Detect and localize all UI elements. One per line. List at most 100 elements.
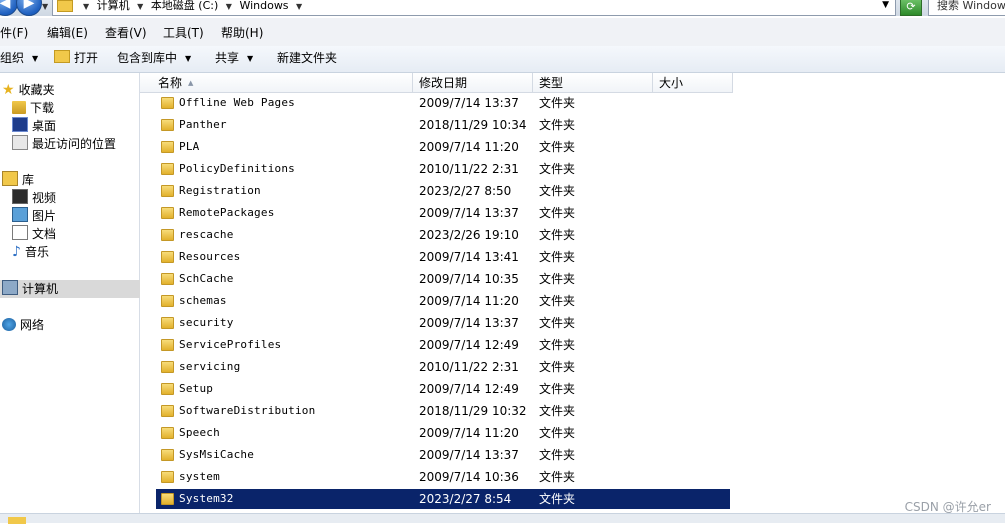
- file-name: PLA: [179, 140, 200, 153]
- column-header-date[interactable]: 修改日期: [413, 73, 533, 93]
- column-header-type[interactable]: 类型: [533, 73, 653, 93]
- forward-arrow-icon: ▶: [23, 0, 35, 11]
- file-row[interactable]: security 2009/7/14 13:37 文件夹: [156, 313, 730, 333]
- file-row[interactable]: system 2009/7/14 10:36 文件夹: [156, 467, 730, 487]
- file-row[interactable]: rescache 2023/2/26 19:10 文件夹: [156, 225, 730, 245]
- folder-icon: [161, 97, 174, 109]
- history-dropdown-icon[interactable]: ▼: [42, 0, 48, 14]
- menu-help[interactable]: 帮助(H): [221, 26, 263, 40]
- file-date: 2009/7/14 10:36: [419, 470, 519, 484]
- picture-icon: [12, 207, 28, 222]
- file-row[interactable]: SysMsiCache 2009/7/14 13:37 文件夹: [156, 445, 730, 465]
- menu-view[interactable]: 查看(V): [105, 26, 147, 40]
- include-in-library-button[interactable]: 包含到库中 ▼: [117, 50, 191, 67]
- folder-icon: [57, 0, 73, 12]
- search-input[interactable]: 搜索 Windows: [928, 0, 1005, 16]
- music-icon: ♪: [12, 244, 21, 260]
- folder-icon: [161, 449, 174, 461]
- chevron-down-icon[interactable]: ▼: [296, 2, 302, 11]
- nav-libraries[interactable]: 库: [2, 171, 34, 189]
- file-name: security: [179, 316, 234, 329]
- file-date: 2023/2/26 19:10: [419, 228, 519, 242]
- breadcrumb-drive-c[interactable]: 本地磁盘 (C:): [151, 0, 218, 12]
- menu-edit[interactable]: 编辑(E): [47, 26, 88, 40]
- file-row[interactable]: ServiceProfiles 2009/7/14 12:49 文件夹: [156, 335, 730, 355]
- refresh-button[interactable]: ⟳: [900, 0, 922, 16]
- file-date: 2009/7/14 10:35: [419, 272, 519, 286]
- file-row[interactable]: RemotePackages 2009/7/14 13:37 文件夹: [156, 203, 730, 223]
- file-row[interactable]: Speech 2009/7/14 11:20 文件夹: [156, 423, 730, 443]
- nav-label: 音乐: [24, 245, 49, 259]
- file-name: Panther: [179, 118, 227, 131]
- nav-label: 最近访问的位置: [32, 137, 117, 151]
- file-row[interactable]: SchCache 2009/7/14 10:35 文件夹: [156, 269, 730, 289]
- nav-label: 网络: [20, 318, 45, 332]
- file-name: ServiceProfiles: [179, 338, 282, 351]
- file-name: schemas: [179, 294, 227, 307]
- nav-network[interactable]: 网络: [2, 316, 44, 334]
- nav-label: 桌面: [32, 119, 57, 133]
- file-row[interactable]: Registration 2023/2/27 8:50 文件夹: [156, 181, 730, 201]
- menu-tools[interactable]: 工具(T): [163, 26, 204, 40]
- menu-bar: 件(F) 编辑(E) 查看(V) 工具(T) 帮助(H): [0, 18, 1005, 46]
- file-date: 2010/11/22 2:31: [419, 162, 519, 176]
- file-row[interactable]: System32 2023/2/27 8:54 文件夹: [156, 489, 730, 509]
- file-row[interactable]: PolicyDefinitions 2010/11/22 2:31 文件夹: [156, 159, 730, 179]
- menu-file[interactable]: 件(F): [0, 26, 28, 40]
- folder-icon: [161, 251, 174, 263]
- file-type: 文件夹: [539, 470, 576, 484]
- file-name: System32: [179, 492, 234, 505]
- chevron-down-icon: ▼: [247, 54, 254, 63]
- file-date: 2023/2/27 8:54: [419, 492, 512, 506]
- file-row[interactable]: servicing 2010/11/22 2:31 文件夹: [156, 357, 730, 377]
- file-row[interactable]: Setup 2009/7/14 12:49 文件夹: [156, 379, 730, 399]
- folder-icon: [161, 317, 174, 329]
- breadcrumb-computer[interactable]: 计算机: [97, 0, 130, 12]
- folder-icon: [161, 229, 174, 241]
- nav-pictures[interactable]: 图片: [12, 207, 56, 225]
- nav-music[interactable]: ♪ 音乐: [12, 243, 49, 261]
- file-type: 文件夹: [539, 118, 576, 132]
- file-row[interactable]: SoftwareDistribution 2018/11/29 10:32 文件夹: [156, 401, 730, 421]
- folder-icon: [161, 119, 174, 131]
- chevron-down-icon[interactable]: ▼: [83, 2, 89, 11]
- column-header-size[interactable]: 大小: [653, 73, 733, 93]
- file-row[interactable]: PLA 2009/7/14 11:20 文件夹: [156, 137, 730, 157]
- folder-icon: [161, 427, 174, 439]
- file-type: 文件夹: [539, 316, 576, 330]
- nav-computer[interactable]: 计算机: [0, 280, 141, 298]
- address-dropdown-icon[interactable]: ▼: [882, 0, 889, 12]
- nav-recent[interactable]: 最近访问的位置: [12, 135, 116, 153]
- share-button[interactable]: 共享 ▼: [215, 50, 253, 67]
- file-type: 文件夹: [539, 250, 576, 264]
- nav-desktop[interactable]: 桌面: [12, 117, 56, 135]
- command-bar: 组织 ▼ 打开 包含到库中 ▼ 共享 ▼ 新建文件夹: [0, 46, 1005, 73]
- open-button[interactable]: 打开: [54, 50, 98, 66]
- file-row[interactable]: Panther 2018/11/29 10:34 文件夹: [156, 115, 730, 135]
- nav-documents[interactable]: 文档: [12, 225, 56, 243]
- organize-button[interactable]: 组织 ▼: [0, 50, 38, 67]
- sort-ascending-icon: ▲: [188, 79, 194, 87]
- nav-downloads[interactable]: 下载: [12, 99, 54, 117]
- forward-button[interactable]: ▶: [16, 0, 42, 16]
- nav-favorites[interactable]: ★ 收藏夹: [2, 81, 55, 99]
- file-name: PolicyDefinitions: [179, 162, 295, 175]
- address-bar: ◀ ▶ ▼ ▼ 计算机 ▼ 本地磁盘 (C:) ▼ Windows ▼ ▼ ⟳ …: [0, 0, 1005, 16]
- nav-videos[interactable]: 视频: [12, 189, 56, 207]
- file-row[interactable]: Resources 2009/7/14 13:41 文件夹: [156, 247, 730, 267]
- file-name: Resources: [179, 250, 241, 263]
- recent-places-icon: [12, 135, 28, 150]
- file-row[interactable]: schemas 2009/7/14 11:20 文件夹: [156, 291, 730, 311]
- file-date: 2009/7/14 13:37: [419, 316, 519, 330]
- file-list: 名称 ▲ 修改日期 类型 大小 Offline Web Pages 2009/7/1…: [140, 73, 1005, 513]
- chevron-down-icon[interactable]: ▼: [226, 2, 232, 11]
- new-folder-button[interactable]: 新建文件夹: [277, 50, 337, 66]
- folder-icon: [161, 185, 174, 197]
- address-field[interactable]: ▼ 计算机 ▼ 本地磁盘 (C:) ▼ Windows ▼ ▼: [52, 0, 896, 16]
- file-date: 2010/11/22 2:31: [419, 360, 519, 374]
- file-row[interactable]: Offline Web Pages 2009/7/14 13:37 文件夹: [156, 93, 730, 113]
- column-header-name[interactable]: 名称 ▲: [140, 73, 413, 93]
- breadcrumb-windows[interactable]: Windows: [239, 0, 288, 12]
- share-label: 共享: [215, 51, 240, 65]
- chevron-down-icon[interactable]: ▼: [137, 2, 143, 11]
